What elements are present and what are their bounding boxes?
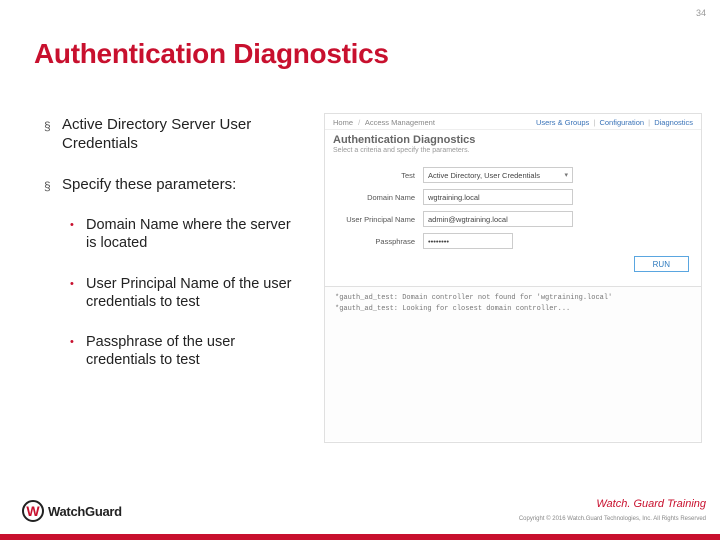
sub-bullet-item: • User Principal Name of the user creden… [70, 275, 300, 311]
test-select-value: Active Directory, User Credentials [428, 171, 540, 180]
bottom-accent-bar [0, 534, 720, 540]
bullet-item: § Active Directory Server User Credentia… [44, 116, 300, 154]
sub-bullet-item: • Passphrase of the user credentials to … [70, 333, 300, 369]
upn-label: User Principal Name [333, 215, 423, 224]
page-title: Authentication Diagnostics [34, 38, 389, 70]
crumb-home[interactable]: Home [333, 118, 353, 127]
dot-bullet-icon: • [70, 333, 86, 369]
bullet-item: § Specify these parameters: [44, 176, 300, 195]
test-select[interactable]: Active Directory, User Credentials ▾ [423, 167, 573, 183]
square-bullet-icon: § [44, 116, 62, 154]
nav-users-groups[interactable]: Users & Groups [536, 118, 589, 127]
dot-bullet-icon: • [70, 216, 86, 252]
dot-bullet-icon: • [70, 275, 86, 311]
square-bullet-icon: § [44, 176, 62, 195]
breadcrumb: Home / Access Management [333, 118, 435, 127]
crumb-access[interactable]: Access Management [365, 118, 435, 127]
test-label: Test [333, 171, 423, 180]
watchguard-logo: WatchGuard [22, 500, 122, 522]
output-console: *gauth_ad_test: Domain controller not fo… [325, 287, 701, 441]
copyright: Copyright © 2016 Watch.Guard Technologie… [519, 516, 706, 522]
panel-subtitle: Select a criteria and specify the parame… [325, 147, 701, 160]
diagnostics-panel: Home / Access Management Users & Groups … [324, 113, 702, 443]
chevron-down-icon: ▾ [564, 171, 568, 179]
upn-input[interactable]: admin@wgtraining.local [423, 211, 573, 227]
pass-label: Passphrase [333, 237, 423, 246]
bullet-text: Specify these parameters: [62, 176, 236, 195]
bullet-text: Active Directory Server User Credentials [62, 116, 300, 154]
domain-label: Domain Name [333, 193, 423, 202]
bullet-text: Domain Name where the server is located [86, 216, 300, 252]
nav-configuration[interactable]: Configuration [599, 118, 644, 127]
domain-input[interactable]: wgtraining.local [423, 189, 573, 205]
sub-bullet-item: • Domain Name where the server is locate… [70, 216, 300, 252]
training-label: Watch. Guard Training [596, 498, 706, 510]
run-button[interactable]: RUN [634, 256, 689, 272]
chevron-right-icon: / [358, 118, 360, 127]
bullet-text: Passphrase of the user credentials to te… [86, 333, 300, 369]
bullet-text: User Principal Name of the user credenti… [86, 275, 300, 311]
diagnostics-form: Test Active Directory, User Credentials … [325, 160, 701, 286]
nav-diagnostics[interactable]: Diagnostics [654, 118, 693, 127]
logo-text: WatchGuard [48, 504, 122, 519]
bullet-list: § Active Directory Server User Credentia… [44, 116, 300, 391]
panel-title: Authentication Diagnostics [325, 130, 701, 147]
panel-nav: Users & Groups | Configuration | Diagnos… [536, 118, 693, 127]
pass-input[interactable]: •••••••• [423, 233, 513, 249]
slide-number: 34 [696, 8, 706, 18]
logo-mark-icon [22, 500, 44, 522]
